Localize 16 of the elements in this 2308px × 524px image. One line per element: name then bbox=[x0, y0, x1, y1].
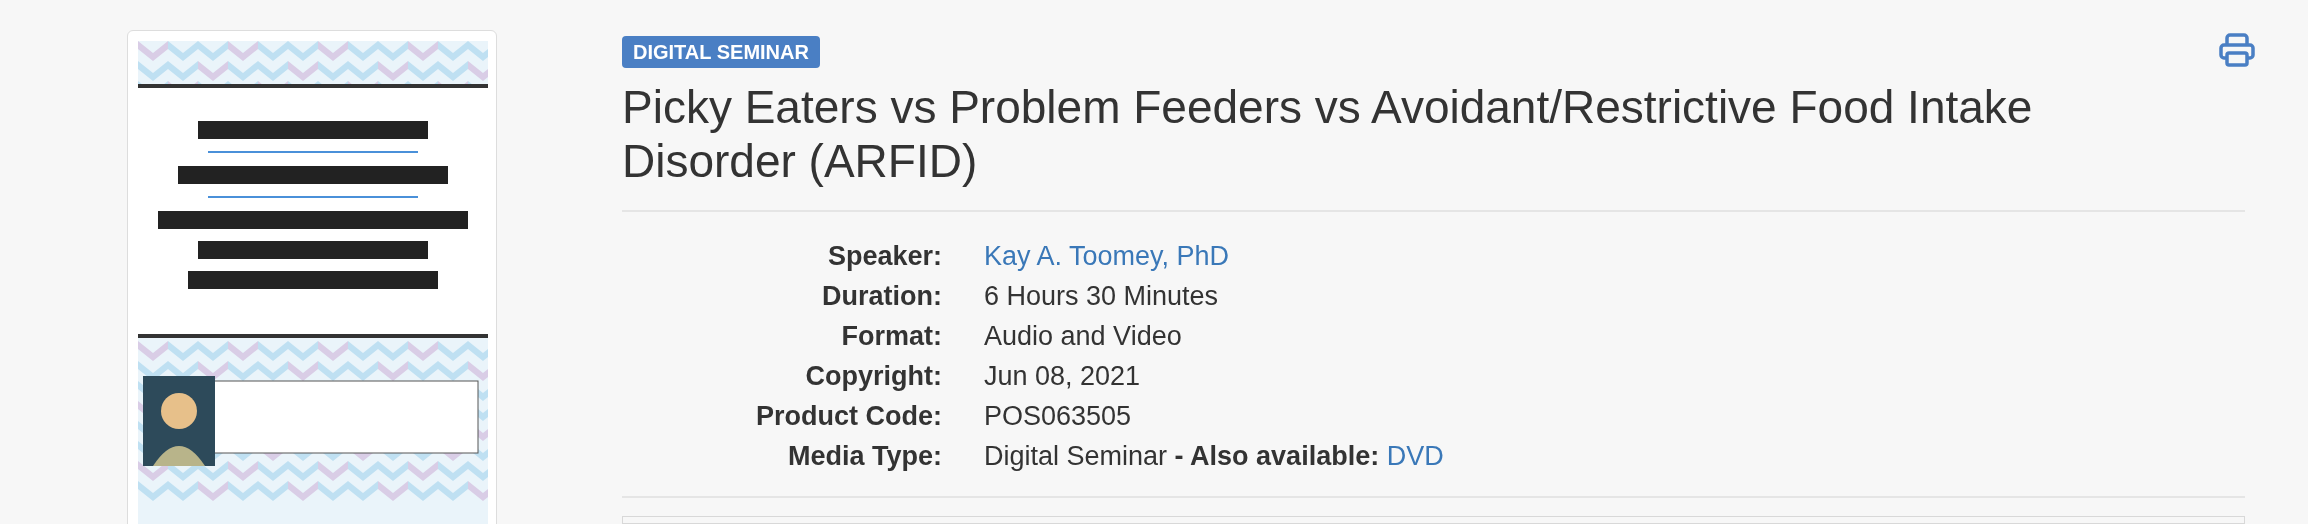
detail-value: POS063505 bbox=[984, 399, 1132, 433]
detail-value: Audio and Video bbox=[984, 319, 1182, 353]
detail-value: Digital Seminar - Also available: DVD bbox=[984, 439, 1444, 473]
detail-value: Jun 08, 2021 bbox=[984, 359, 1141, 393]
detail-label: Duration: bbox=[821, 279, 942, 313]
detail-label: Product Code: bbox=[755, 399, 942, 433]
category-badge: DIGITAL SEMINAR bbox=[622, 36, 820, 68]
product-title: Picky Eaters vs Problem Feeders vs Avoidant/Restrictive Food Intake Disorder (ARFID) bbox=[622, 80, 2034, 188]
detail-label: Copyright: bbox=[804, 359, 942, 393]
detail-label: Format: bbox=[840, 319, 942, 353]
speaker-link[interactable]: Kay A. Toomey, PhD bbox=[984, 235, 1230, 277]
format-link[interactable]: DVD bbox=[1386, 440, 1444, 471]
detail-label: Speaker: bbox=[826, 239, 942, 273]
detail-value: 6 Hours 30 Minutes bbox=[984, 279, 1219, 313]
detail-label: Media Type: bbox=[786, 439, 942, 473]
print-icon[interactable] bbox=[2219, 32, 2255, 68]
